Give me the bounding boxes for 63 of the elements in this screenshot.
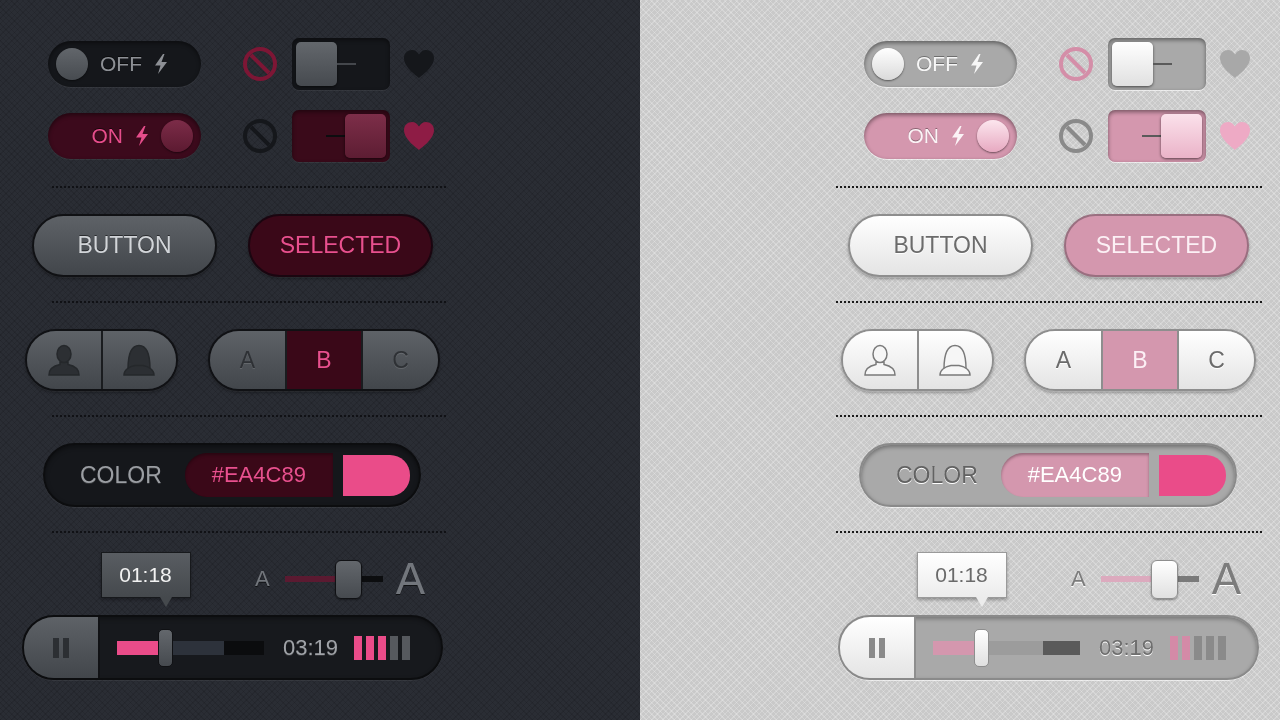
toggle-knob[interactable] bbox=[977, 120, 1009, 152]
pill-button[interactable]: BUTTON bbox=[848, 214, 1033, 277]
pause-icon bbox=[869, 637, 885, 658]
time-label: 03:19 bbox=[1099, 634, 1155, 661]
segment-button[interactable]: A bbox=[1026, 331, 1101, 389]
hex-field[interactable]: #EA4C89 bbox=[184, 453, 333, 497]
pause-icon bbox=[53, 637, 69, 658]
power-toggle[interactable]: OFF bbox=[48, 41, 201, 87]
progress-thumb[interactable] bbox=[158, 628, 173, 667]
pill-button[interactable]: BUTTON bbox=[32, 214, 217, 277]
small-size-label: A bbox=[1070, 568, 1086, 590]
pause-button[interactable] bbox=[840, 617, 916, 678]
lightning-icon bbox=[951, 126, 965, 146]
person-long-hair-icon bbox=[122, 344, 157, 376]
progress-thumb[interactable] bbox=[974, 628, 989, 667]
switch-thumb[interactable] bbox=[345, 114, 386, 158]
time-label: 03:19 bbox=[283, 634, 339, 661]
toggle-knob[interactable] bbox=[872, 48, 904, 80]
hex-field[interactable]: #EA4C89 bbox=[1000, 453, 1149, 497]
dash-icon bbox=[1153, 63, 1172, 65]
slide-switch[interactable] bbox=[1108, 38, 1206, 90]
slide-switch[interactable] bbox=[292, 110, 390, 162]
pause-button[interactable] bbox=[24, 617, 100, 678]
swatch-icon[interactable] bbox=[342, 454, 410, 496]
toggle-knob[interactable] bbox=[161, 120, 193, 152]
slide-switch[interactable] bbox=[292, 38, 390, 90]
pointer-icon bbox=[159, 597, 172, 607]
large-size-label: A bbox=[395, 557, 425, 601]
power-toggle[interactable]: ON bbox=[48, 113, 201, 159]
swatch-icon[interactable] bbox=[1158, 454, 1226, 496]
heart-icon[interactable] bbox=[404, 122, 434, 150]
toggle-knob[interactable] bbox=[56, 48, 88, 80]
person-long-hair-icon bbox=[938, 344, 973, 376]
switch-thumb[interactable] bbox=[1112, 42, 1153, 86]
segment-button[interactable]: C bbox=[1177, 331, 1254, 389]
dash-icon bbox=[337, 63, 356, 65]
segment-button[interactable] bbox=[843, 331, 917, 389]
switch-thumb[interactable] bbox=[1161, 114, 1202, 158]
lightning-icon bbox=[154, 54, 168, 74]
switch-thumb[interactable] bbox=[296, 42, 337, 86]
color-label: COLOR bbox=[896, 461, 978, 489]
segment-button[interactable] bbox=[100, 331, 176, 389]
color-label: COLOR bbox=[80, 461, 162, 489]
segment-button[interactable]: B bbox=[284, 331, 362, 389]
lightning-icon bbox=[135, 126, 149, 146]
slider-thumb[interactable] bbox=[1150, 559, 1178, 599]
dash-icon bbox=[326, 135, 345, 137]
segment-button[interactable] bbox=[916, 331, 992, 389]
slider-thumb[interactable] bbox=[334, 559, 362, 599]
volume-meter[interactable] bbox=[354, 635, 411, 660]
small-size-label: A bbox=[254, 568, 270, 590]
lightning-icon bbox=[970, 54, 984, 74]
person-icon bbox=[862, 344, 897, 376]
time-tooltip: 01:18 bbox=[100, 552, 191, 607]
slide-switch[interactable] bbox=[1108, 110, 1206, 162]
segment-button[interactable] bbox=[27, 331, 101, 389]
pill-button[interactable]: SELECTED bbox=[248, 214, 433, 277]
pointer-icon bbox=[975, 597, 988, 607]
heart-icon[interactable] bbox=[1220, 50, 1250, 78]
person-icon bbox=[46, 344, 81, 376]
time-tooltip: 01:18 bbox=[916, 552, 1007, 607]
large-size-label: A bbox=[1211, 557, 1241, 601]
dash-icon bbox=[1142, 135, 1161, 137]
